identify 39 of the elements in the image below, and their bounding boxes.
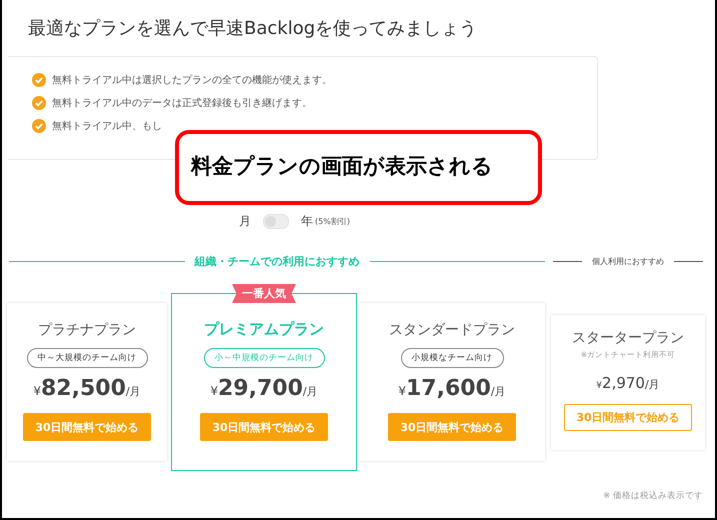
price-amount: 82,500 — [41, 376, 126, 401]
audience-tag: 小～中規模のチーム向け — [204, 348, 324, 368]
price-amount: 29,700 — [218, 376, 303, 401]
audience-tag: 中～大規模のチーム向け — [26, 348, 148, 368]
start-trial-button[interactable]: 30日間無料で始める — [23, 413, 151, 441]
price-amount: 2,970 — [602, 374, 645, 392]
plan-name: スタータープラン — [572, 328, 684, 346]
benefit-text: 無料トライアル中のデータは正式登録後も引き継げます。 — [52, 96, 312, 110]
price-unit: /月 — [126, 384, 141, 399]
start-trial-button[interactable]: 30日間無料で始める — [388, 413, 516, 441]
plan-name: スタンダードプラン — [389, 321, 515, 339]
check-icon — [32, 96, 46, 110]
check-icon — [32, 119, 46, 133]
benefit-text: 無料トライアル中は選択したプランの全ての機能が使えます。 — [52, 74, 332, 87]
section-heading: 組織・チームでの利用におすすめ — [194, 254, 360, 269]
yearly-label: 年 — [301, 212, 313, 230]
billing-toggle[interactable] — [263, 214, 289, 228]
currency-sign: ¥ — [210, 384, 218, 398]
check-icon — [32, 73, 46, 87]
audience-tag: 小規模なチーム向け — [400, 348, 504, 368]
price-unit: /月 — [644, 376, 660, 392]
monthly-label: 月 — [239, 212, 251, 230]
currency-sign: ¥ — [596, 380, 602, 390]
benefit-text: 無料トライアル中、もし — [52, 120, 162, 133]
section-heading: 個人利用におすすめ — [592, 256, 664, 267]
start-trial-button[interactable]: 30日間無料で始める — [564, 404, 692, 430]
ribbon-badge: 一番人気 — [232, 284, 296, 303]
page-heading: 最適なプランを選んで早速Backlogを使ってみましょう — [27, 17, 478, 41]
price-unit: /月 — [490, 384, 506, 399]
callout-annotation: 料金プランの画面が表示される — [175, 130, 542, 205]
currency-sign: ¥ — [398, 384, 406, 398]
footnote: ※ 価格は税込み表示です — [603, 490, 703, 502]
discount-note: (5%割引) — [315, 216, 350, 226]
plan-name: プラチナプラン — [38, 321, 136, 339]
currency-sign: ¥ — [33, 384, 41, 398]
price-amount: 17,600 — [406, 376, 491, 401]
price-unit: /月 — [302, 384, 318, 399]
plan-name: プレミアムプラン — [204, 320, 324, 339]
start-trial-button[interactable]: 30日間無料で始める — [200, 413, 328, 441]
